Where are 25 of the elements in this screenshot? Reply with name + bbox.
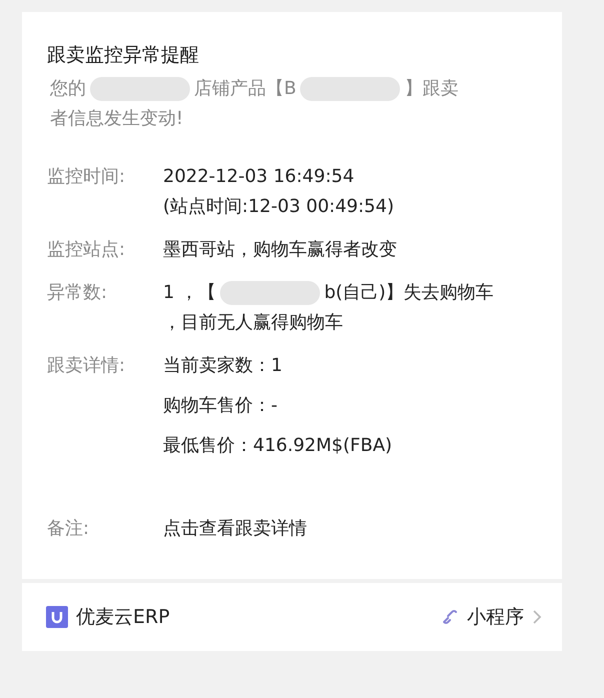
value-text: 点击查看跟卖详情: [163, 518, 307, 539]
field-label: 监控站点:: [47, 238, 126, 262]
value-text: (站点时间:12-03 00:49:54): [163, 196, 394, 217]
value-text: b(自己)】失去购物车: [324, 282, 494, 303]
mini-program-link[interactable]: 小程序: [467, 604, 524, 630]
value-text: 1 ，【: [163, 282, 216, 303]
field-label: 异常数:: [47, 281, 108, 305]
card-title: 跟卖监控异常提醒: [47, 43, 200, 68]
value-text: 】跟卖: [404, 78, 458, 99]
value-text: 者信息发生变动!: [50, 108, 184, 129]
link-icon: [441, 608, 459, 626]
value-text: 墨西哥站，购物车赢得者改变: [163, 239, 397, 260]
brand-logo-icon: [46, 606, 68, 628]
value-text: 2022-12-03 16:49:54: [163, 166, 354, 187]
value-text: 购物车售价：-: [163, 395, 278, 416]
field-label: 监控时间:: [47, 165, 126, 189]
value-text: 您的: [50, 78, 86, 99]
brand-name: 优麦云ERP: [76, 605, 170, 630]
chevron-right-icon: [532, 609, 542, 625]
value-text: 当前卖家数：1: [163, 355, 282, 376]
field-label: 备注:: [47, 517, 90, 541]
value-text: 店铺产品【B: [194, 78, 296, 99]
value-text: ，目前无人赢得购物车: [163, 312, 343, 333]
value-text: 最低售价：416.92M$(FBA): [163, 435, 392, 456]
field-label: 跟卖详情:: [47, 354, 126, 378]
